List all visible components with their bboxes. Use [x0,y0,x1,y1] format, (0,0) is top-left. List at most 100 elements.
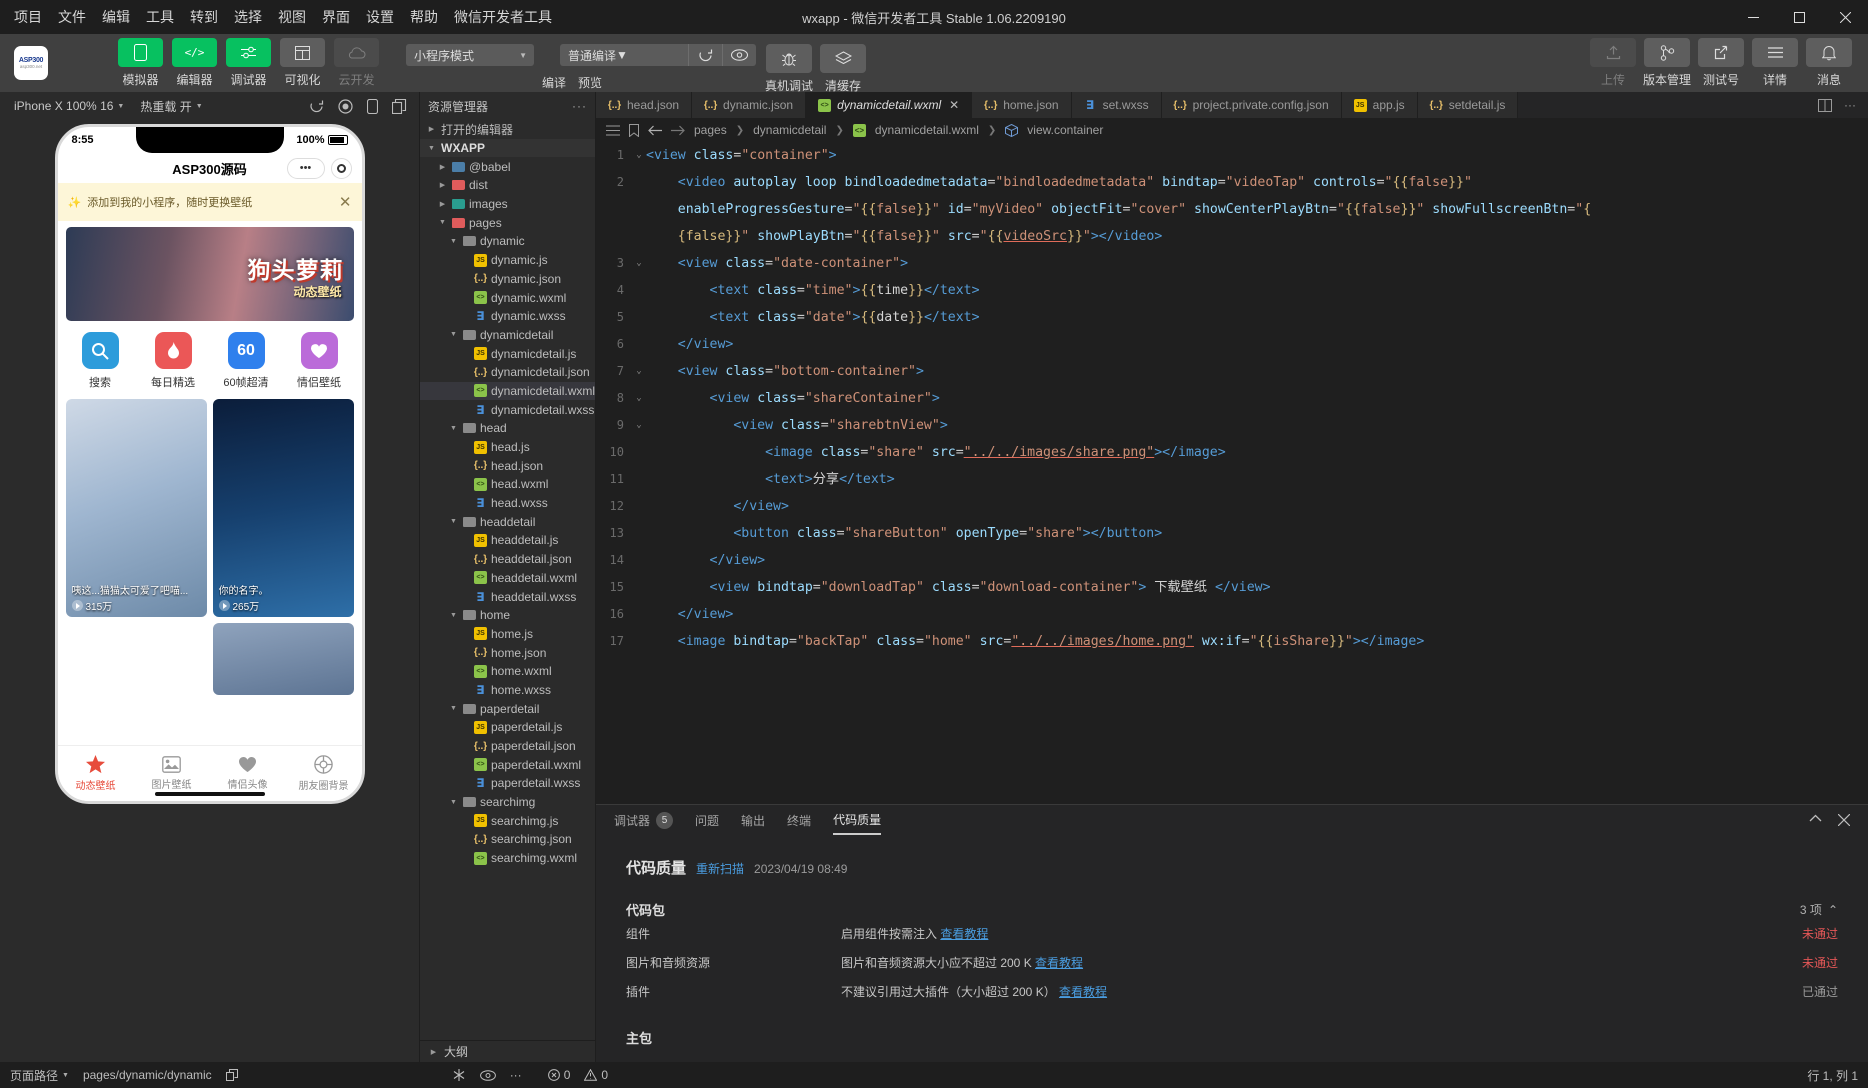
more-icon[interactable]: ••• [286,157,325,179]
fold-chevron-icon[interactable]: ⌄ [632,250,646,277]
tab-moments-bg[interactable]: 朋友圈背景 [286,755,362,792]
breadcrumb-symbol[interactable]: view.container [1027,123,1103,137]
minimize-button[interactable] [1730,0,1776,34]
copy-icon[interactable] [392,98,407,114]
tree-root[interactable]: ▼ WXAPP [420,138,595,158]
quick-link-couple[interactable]: 情侣壁纸 [290,332,348,390]
toolbar-button-simulator[interactable]: 模拟器 [118,38,163,88]
panel-tab-code-quality[interactable]: 代码质量 [833,805,882,835]
menu-item-1[interactable]: 文件 [58,7,86,27]
tree-file[interactable]: JS paperdetail.js [420,718,595,737]
tree-file[interactable]: JS dynamicdetail.js [420,344,595,363]
tree-file[interactable]: {..} searchimg.json [420,830,595,849]
code-line[interactable]: 9 ⌄ <view class="sharebtnView"> [596,412,1868,439]
tree-file[interactable]: <> headdetail.wxml [420,569,595,588]
tree-file[interactable]: ∃ dynamicdetail.wxss [420,400,595,419]
editor-tab[interactable]: {..} setdetail.js [1417,92,1519,118]
tree-file[interactable]: {..} dynamic.json [420,270,595,289]
tab-image-wallpaper[interactable]: 图片壁纸 [134,756,210,791]
wallpaper-card[interactable] [212,623,354,695]
details-button[interactable]: 详情 [1752,38,1798,88]
list-icon[interactable] [606,125,620,136]
tree-file[interactable]: JS dynamic.js [420,251,595,270]
code-line[interactable]: 6 </view> [596,331,1868,358]
quick-link-60fps[interactable]: 60 60帧超清 [217,332,275,390]
tree-file[interactable]: ∃ home.wxss [420,681,595,700]
quick-link-daily[interactable]: 每日精选 [144,332,202,390]
editor-tab[interactable]: {..} dynamic.json [692,92,807,118]
messages-button[interactable]: 消息 [1806,38,1852,88]
upload-button[interactable]: 上传 [1590,38,1636,88]
fold-chevron-icon[interactable]: ⌄ [632,142,646,169]
tree-folder[interactable]: ▼ head [420,419,595,438]
tree-file[interactable]: <> searchimg.wxml [420,849,595,868]
panel-tab-debugger[interactable]: 调试器 5 [614,805,674,835]
tree-file[interactable]: {..} home.json [420,643,595,662]
tree-folder[interactable]: ▶ @babel [420,157,595,176]
toolbar-button-debugger[interactable]: 调试器 [226,38,271,88]
tree-file[interactable]: ∃ paperdetail.wxss [420,774,595,793]
phone-icon[interactable] [367,98,378,114]
tree-folder[interactable]: ▼ dynamicdetail [420,326,595,345]
version-control-button[interactable]: 版本管理 [1643,38,1691,88]
editor-tab[interactable]: ∃ set.wxss [1071,92,1162,118]
hot-reload-select[interactable]: 热重载 开 ▼ [134,96,208,117]
code-line[interactable]: 15 <view bindtap="downloadTap" class="do… [596,574,1868,601]
more-icon[interactable]: ··· [572,99,587,113]
close-icon[interactable]: ✕ [339,193,352,211]
maximize-button[interactable] [1776,0,1822,34]
editor-tab[interactable]: {..} project.private.config.json [1161,92,1342,118]
editor-tab[interactable]: JS app.js [1341,92,1418,118]
menu-item-6[interactable]: 视图 [278,7,306,27]
code-line[interactable]: 7 ⌄ <view class="bottom-container"> [596,358,1868,385]
code-line[interactable]: 10 <image class="share" src="../../image… [596,439,1868,466]
panel-tab-problems[interactable]: 问题 [695,805,719,835]
menu-item-0[interactable]: 项目 [14,7,42,27]
clear-cache-button[interactable]: 清缓存 [820,44,866,94]
copy-icon[interactable] [225,1069,238,1081]
device-select[interactable]: iPhone X 100% 16 ▼ [8,97,130,115]
arrow-left-icon[interactable] [648,125,662,136]
tutorial-link[interactable]: 查看教程 [940,927,988,941]
code-line[interactable]: {false}}" showPlayBtn="{{false}}" src="{… [596,223,1868,250]
tree-file[interactable]: {..} paperdetail.json [420,737,595,756]
toolbar-button-cloud[interactable]: 云开发 [334,38,379,88]
close-icon[interactable] [1838,814,1850,826]
preview-button[interactable] [722,44,756,66]
code-line[interactable]: 8 ⌄ <view class="shareContainer"> [596,385,1868,412]
editor-tab[interactable]: {..} home.json [972,92,1072,118]
tree-file[interactable]: JS headdetail.js [420,531,595,550]
more-icon[interactable]: ··· [1844,98,1856,112]
tree-file[interactable]: {..} head.json [420,456,595,475]
close-tab-icon[interactable]: ✕ [949,98,959,112]
menu-item-5[interactable]: 选择 [234,7,262,27]
code-line[interactable]: 17 <image bindtap="backTap" class="home"… [596,628,1868,655]
tree-folder[interactable]: ▼ home [420,606,595,625]
cursor-position[interactable]: 行 1, 列 1 [1807,1067,1858,1084]
compile-select[interactable]: 普通编译 ▼ [560,44,688,66]
menu-bar[interactable]: 项目 文件 编辑 工具 转到 选择 视图 界面 设置 帮助 微信开发者工具 [0,7,552,27]
editor-tab[interactable]: {..} head.json [596,92,693,118]
outline-section[interactable]: ▶ 大纲 [420,1040,595,1062]
settings-icon[interactable] [452,1068,466,1082]
tutorial-link[interactable]: 查看教程 [1059,985,1107,999]
code-line[interactable]: 3 ⌄ <view class="date-container"> [596,250,1868,277]
menu-item-7[interactable]: 界面 [322,7,350,27]
tutorial-link[interactable]: 查看教程 [1035,956,1083,970]
menu-item-8[interactable]: 设置 [366,7,394,27]
promo-banner[interactable]: 狗头萝莉 动态壁纸 [65,227,354,321]
tab-dynamic-wallpaper[interactable]: 动态壁纸 [58,755,134,792]
error-count[interactable]: 0 [547,1068,570,1082]
quick-link-search[interactable]: 搜索 [71,332,129,390]
page-path-selector[interactable]: 页面路径 ▼ [10,1067,69,1084]
wallpaper-card[interactable]: 咦这...猫猫太可爱了吧喵... 315万 [65,399,207,617]
tree-file[interactable]: <> dynamic.wxml [420,288,595,307]
tree-folder[interactable]: ▶ dist [420,176,595,195]
panel-tab-output[interactable]: 输出 [741,805,765,835]
tree-file[interactable]: ∃ headdetail.wxss [420,587,595,606]
rescan-link[interactable]: 重新扫描 [696,860,744,877]
tree-folder[interactable]: ▼ headdetail [420,512,595,531]
code-line[interactable]: 16 </view> [596,601,1868,628]
code-content[interactable]: 1 ⌄ <view class="container"> 2 <video autop… [596,142,1868,804]
toolbar-button-visual[interactable]: 可视化 [280,38,325,88]
